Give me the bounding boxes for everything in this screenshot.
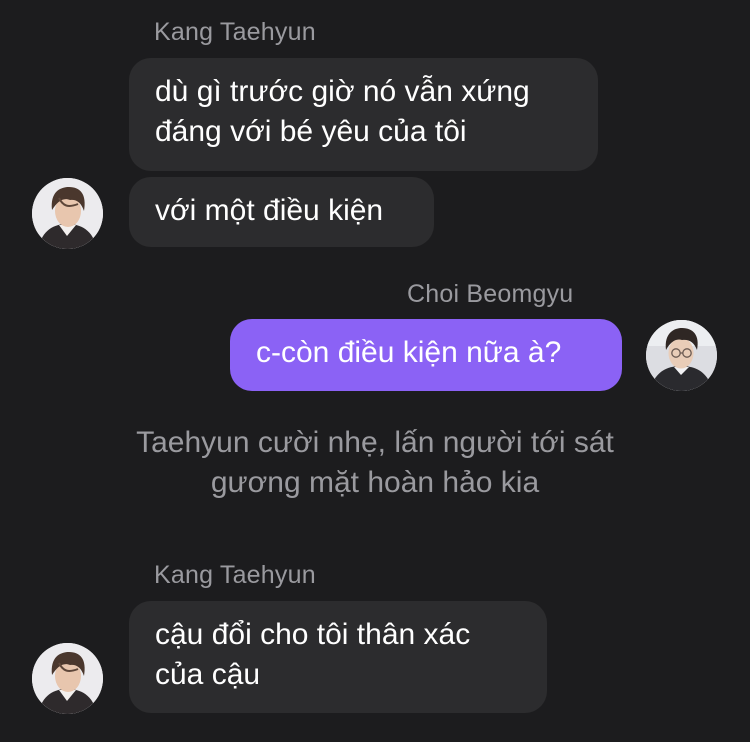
avatar-beomgyu[interactable] bbox=[646, 320, 717, 391]
avatar-taehyun[interactable] bbox=[32, 178, 103, 249]
narration-line: gương mặt hoàn hảo kia bbox=[210, 466, 540, 499]
message-bubble-incoming[interactable]: dù gì trước giờ nó vẫn xứng đáng với bé … bbox=[129, 58, 598, 171]
sender-name-taehyun: Kang Taehyun bbox=[154, 561, 316, 589]
message-bubble-incoming[interactable]: cậu đổi cho tôi thân xác của cậu bbox=[129, 601, 547, 713]
avatar-photo-icon bbox=[32, 178, 103, 249]
avatar-photo-icon bbox=[646, 320, 717, 391]
message-bubble-outgoing[interactable]: c-còn điều kiện nữa à? bbox=[230, 319, 622, 391]
narration-line: Taehyun cười nhẹ, lấn người tới sát bbox=[136, 426, 614, 459]
message-bubble-incoming[interactable]: với một điều kiện bbox=[129, 177, 434, 247]
sender-name-beomgyu: Choi Beomgyu bbox=[407, 280, 574, 308]
avatar-taehyun[interactable] bbox=[32, 643, 103, 714]
sender-name-taehyun: Kang Taehyun bbox=[154, 18, 316, 46]
avatar-photo-icon bbox=[32, 643, 103, 714]
